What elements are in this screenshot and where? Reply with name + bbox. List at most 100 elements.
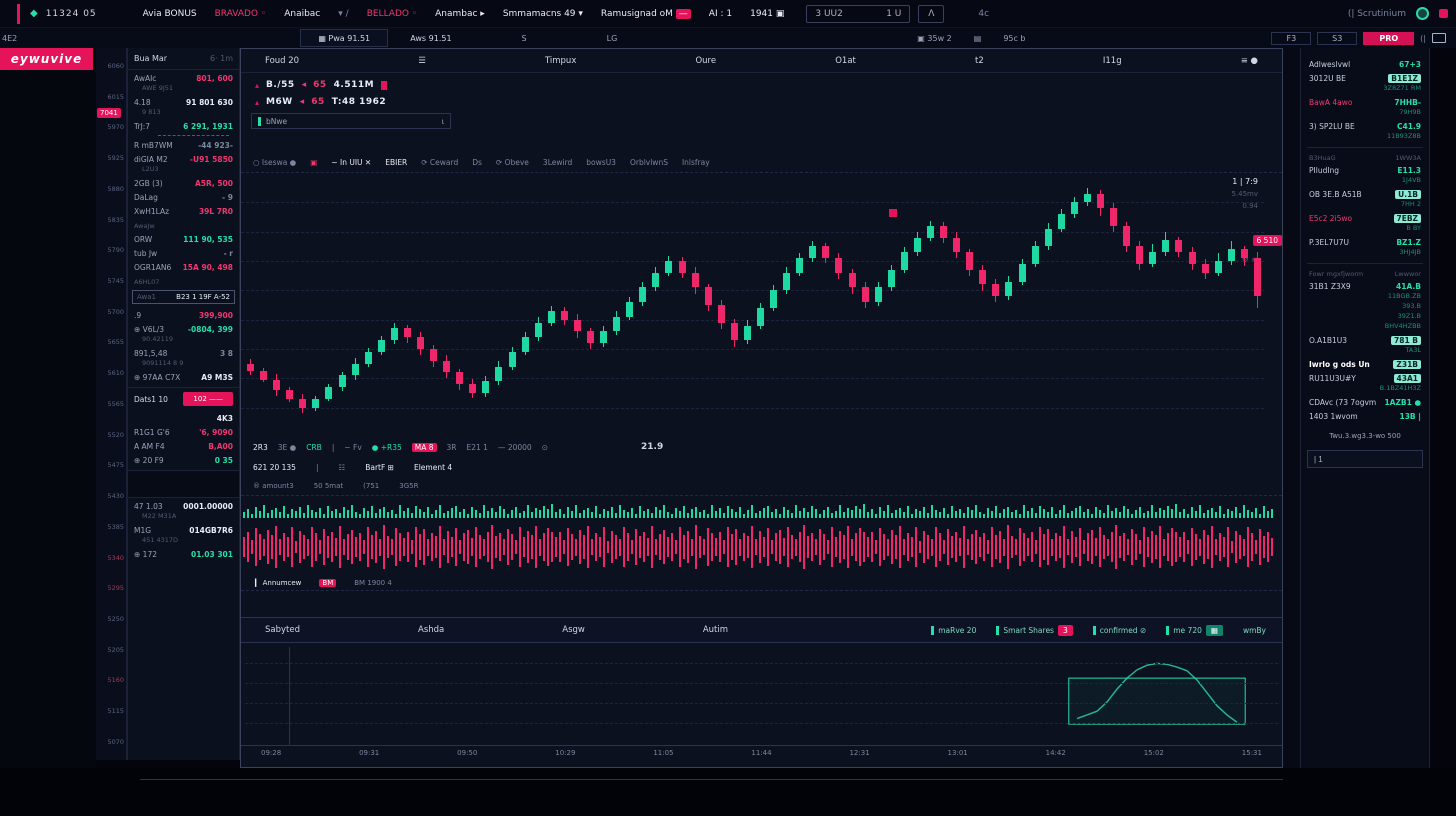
chart-header-item-8[interactable]: ≡ ● xyxy=(1241,56,1258,66)
nav-item-10[interactable]: 1941 ▣ xyxy=(750,9,784,19)
chart-tool-6[interactable]: Ds xyxy=(472,158,482,167)
sidebar-row[interactable]: PIludIngE11.3 xyxy=(1307,162,1423,176)
watchlist-row[interactable]: TrJ:76 291, 1931 xyxy=(128,118,239,132)
brand-logo[interactable]: eywuvive xyxy=(0,48,93,70)
watchlist-row[interactable]: 4K3 xyxy=(128,410,239,424)
ladder-price[interactable]: 5835 xyxy=(98,216,124,224)
watchlist-row[interactable]: ⊕ 20 F90 35 xyxy=(128,452,239,466)
order-row-sell[interactable]: ▴ M6W ◂ 65 T:48 1962 xyxy=(241,90,1282,107)
ladder-price[interactable]: 5520 xyxy=(98,431,124,439)
watchlist-row[interactable]: AwAIc801, 600 xyxy=(128,70,239,84)
deck-label[interactable]: 95c b xyxy=(1003,34,1025,43)
nav-item-1[interactable]: Avia BONUS xyxy=(143,9,197,19)
chart-tool-8[interactable]: 3Lewird xyxy=(543,158,572,167)
ladder-price[interactable]: 5160 xyxy=(98,676,124,684)
chart-tool-2[interactable]: ▣ xyxy=(310,158,317,167)
alert-marker-icon[interactable] xyxy=(889,209,897,217)
tab-f3[interactable]: F3 xyxy=(1271,32,1311,45)
account-label[interactable]: (| Scrutinium xyxy=(1348,9,1406,19)
sidebar-row[interactable]: Iwrlo g ods UnZ31B xyxy=(1307,356,1423,370)
sidebar-row[interactable]: 3) SP2LU BEC41.9 xyxy=(1307,118,1423,132)
base-toggle[interactable]: ▣ 35w 2 xyxy=(917,34,951,43)
chart-tool-10[interactable]: OrblvlwnS xyxy=(630,158,668,167)
watchlist-row[interactable]: OGR1AN615A 90, 498 xyxy=(128,259,239,273)
chart-tool-7[interactable]: ⟳ Obeve xyxy=(496,158,529,167)
sidebar-row[interactable]: 3012U BEB1E1Z xyxy=(1307,70,1423,84)
ladder-price[interactable]: 5070 xyxy=(98,738,124,746)
ladder-price[interactable]: 5115 xyxy=(98,707,124,715)
candlestick-chart[interactable]: 1 | 7:9 5.45mv 0.94 6 510 ⚙ ≡ xyxy=(241,173,1282,437)
menu-icon[interactable]: ▤ xyxy=(974,34,982,43)
ladder-price[interactable]: 5610 xyxy=(98,369,124,377)
tab-autim[interactable]: Autim xyxy=(703,625,728,635)
watchlist-row[interactable]: R1G1 G'6'6, 9090 xyxy=(128,424,239,438)
watchlist-row[interactable]: R mB7WM-44 923- xyxy=(128,137,239,151)
lambda-icon[interactable]: Λ xyxy=(918,5,944,23)
nav-item-9[interactable]: AI : 1 xyxy=(709,9,732,19)
ladder-price[interactable]: 5205 xyxy=(98,646,124,654)
watchlist-row[interactable]: 47 1.030001.00000 xyxy=(128,498,239,512)
chart-tool-4[interactable]: EBIER xyxy=(385,158,407,167)
ladder-price[interactable]: 5565 xyxy=(98,400,124,408)
ladder-price[interactable]: 5295 xyxy=(98,584,124,592)
chart-header-item-6[interactable]: t2 xyxy=(975,56,984,66)
footer-scroll-line[interactable] xyxy=(140,779,1283,780)
ladder-price[interactable]: 5340 xyxy=(98,554,124,562)
watchlist-row[interactable]: DaLag- 9 xyxy=(128,189,239,203)
chart-header-item-1[interactable]: Foud 20 xyxy=(265,56,299,66)
tab-s3[interactable]: S3 xyxy=(1317,32,1357,45)
chart-header-item-2[interactable]: ☰ xyxy=(418,56,426,66)
watchlist-selected-row[interactable]: Awa1B23 1 19F A-52 xyxy=(132,290,235,304)
tab-sabyted[interactable]: Sabyted xyxy=(265,625,300,635)
tab-ashda[interactable]: Ashda xyxy=(418,625,444,635)
ladder-price[interactable]: 5475 xyxy=(98,461,124,469)
buy-button[interactable]: 102 —— xyxy=(183,392,233,406)
chart-tool-11[interactable]: Inlsfray xyxy=(682,158,710,167)
watchlist-row[interactable]: ⊕ V6L/3-0804, 399 xyxy=(128,321,239,335)
ladder-price[interactable]: 5250 xyxy=(98,615,124,623)
value-input-box[interactable]: bNwe ι xyxy=(251,113,451,129)
sidebar-row[interactable]: P.3EL7U7UBZ1.Z xyxy=(1307,234,1423,248)
ladder-price[interactable]: 5880 xyxy=(98,185,124,193)
ladder-price[interactable]: 5970 xyxy=(98,123,124,131)
status-circle-icon[interactable] xyxy=(1416,7,1429,20)
nav-item-4[interactable]: ▾ / xyxy=(338,9,348,19)
bottom-chip-4[interactable]: me 720▦ xyxy=(1166,625,1223,636)
ladder-price[interactable]: 5745 xyxy=(98,277,124,285)
chart-tool-3[interactable]: ~ In UIU ✕ xyxy=(331,158,371,167)
nav-item-8[interactable]: Ramusignad oM — xyxy=(601,9,691,19)
watchlist-timeframe[interactable]: 6· 1m xyxy=(210,54,233,63)
watchlist-row[interactable]: ORW111 90, 535 xyxy=(128,231,239,245)
watchlist-row[interactable]: 4.1891 801 630 xyxy=(128,94,239,108)
tab-asgw[interactable]: Asgw xyxy=(562,625,585,635)
watchlist-row[interactable]: XwH1LAz39L 7R0 xyxy=(128,203,239,217)
watchlist-row[interactable]: A AM F4B,A00 xyxy=(128,438,239,452)
notification-icon[interactable] xyxy=(1439,9,1448,18)
chart-header-item-7[interactable]: I11g xyxy=(1103,56,1122,66)
sidebar-row[interactable]: E5c2 2i5wo7EBZ xyxy=(1307,210,1423,224)
sidebar-row[interactable]: CDAvc (73 7ogvm1AZB1 ● xyxy=(1307,394,1423,408)
watchlist-row[interactable]: ⊕ 17201.03 301 xyxy=(128,546,239,560)
sidebar-row[interactable]: Adlweslvwl67+3 xyxy=(1307,56,1423,70)
ladder-price[interactable]: 5790 xyxy=(98,246,124,254)
order-row-buy[interactable]: ▴ B./55 ◂ 65 4.511M xyxy=(241,73,1282,90)
watchlist-row[interactable]: .9399,900 xyxy=(128,307,239,321)
ladder-price[interactable]: 6060 xyxy=(98,62,124,70)
watchlist-row[interactable]: diGIA M2-U91 5850 xyxy=(128,151,239,165)
search-input[interactable]: 3 UU2 1 U xyxy=(806,5,910,23)
chart-tool-1[interactable]: ○ Iseswa ● xyxy=(253,158,296,167)
ladder-price[interactable]: 6015 xyxy=(98,93,124,101)
sidebar-row[interactable]: O.A1B1U3781 B xyxy=(1307,332,1423,346)
ladder-price[interactable]: 5430 xyxy=(98,492,124,500)
watchlist-row[interactable]: M1G014GB7R6 xyxy=(128,522,239,536)
ladder-price[interactable]: 5700 xyxy=(98,308,124,316)
nav-item-7[interactable]: Smmamacns 49 ▾ xyxy=(503,9,583,19)
watchlist-row[interactable]: tub Jw- r xyxy=(128,245,239,259)
sidebar-row[interactable]: 31B1 Z3X941A.B xyxy=(1307,278,1423,292)
watchlist-row[interactable]: 2GB (3)A5R, 500 xyxy=(128,175,239,189)
watchlist-row[interactable]: 891,5,483 8 xyxy=(128,345,239,359)
bottom-chip-2[interactable]: Smart Shares3 xyxy=(996,625,1072,636)
ladder-price[interactable]: 5655 xyxy=(98,338,124,346)
chart-tool-9[interactable]: bowsU3 xyxy=(586,158,616,167)
sidebar-row[interactable]: OB 3E.B A51BU.1B xyxy=(1307,186,1423,200)
